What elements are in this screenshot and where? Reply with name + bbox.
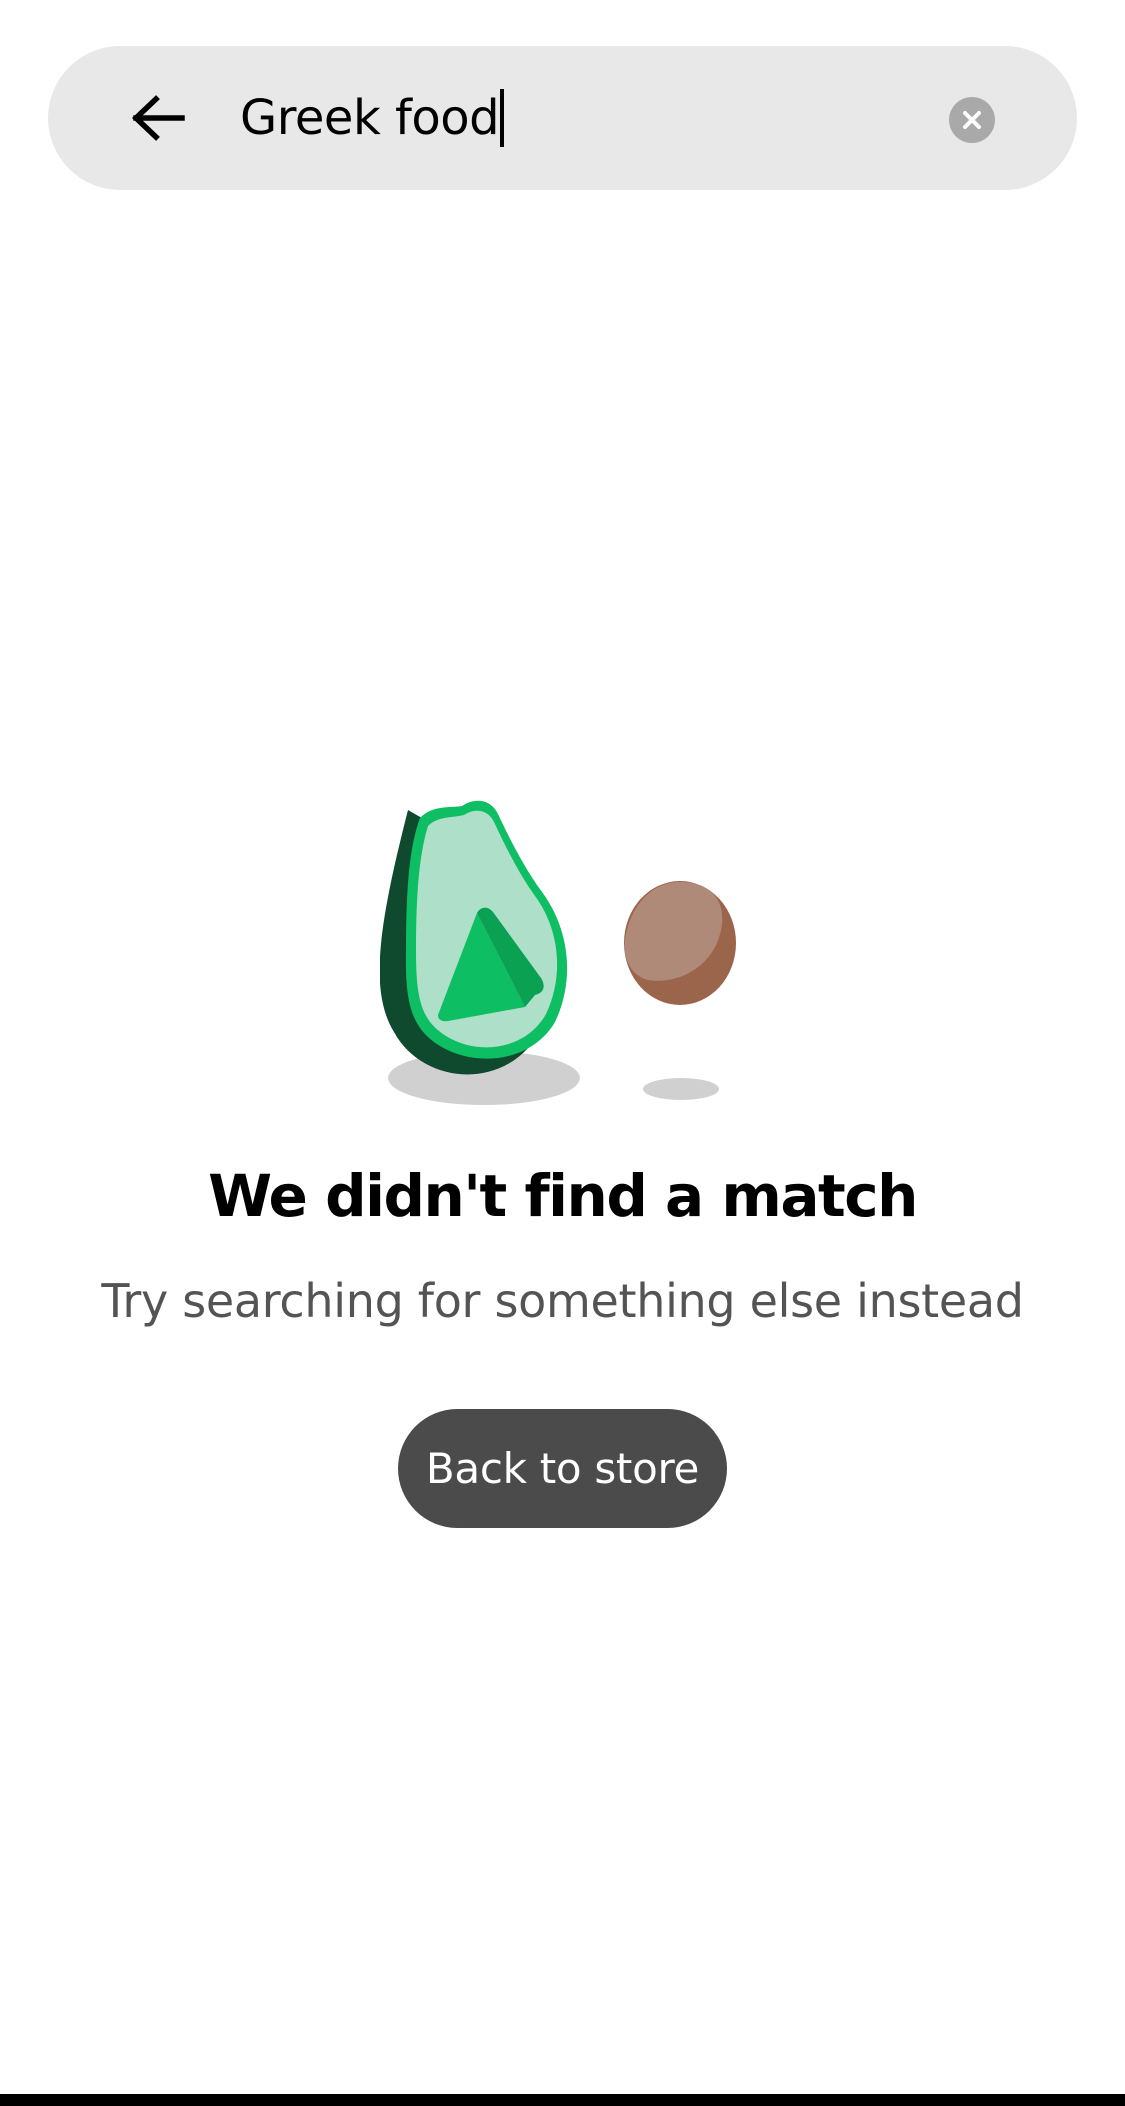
search-query-text[interactable]: Greek food xyxy=(240,90,500,146)
search-results-screen: Greek food We didn't find a match Try se… xyxy=(0,0,1125,2106)
empty-state-title: We didn't find a match xyxy=(208,1162,918,1230)
pit-shadow xyxy=(643,1078,719,1100)
avocado-illustration xyxy=(380,800,736,1105)
bottom-edge-bar xyxy=(0,2094,1125,2106)
text-cursor xyxy=(500,89,505,147)
search-input[interactable]: Greek food xyxy=(240,72,960,164)
back-button[interactable] xyxy=(118,78,198,158)
back-to-store-button[interactable]: Back to store xyxy=(398,1409,727,1528)
clear-search-button[interactable] xyxy=(949,97,995,143)
search-bar[interactable]: Greek food xyxy=(48,46,1077,190)
empty-state-subtitle: Try searching for something else instead xyxy=(101,1274,1024,1328)
arrow-left-icon xyxy=(132,95,185,141)
close-icon xyxy=(963,111,981,129)
